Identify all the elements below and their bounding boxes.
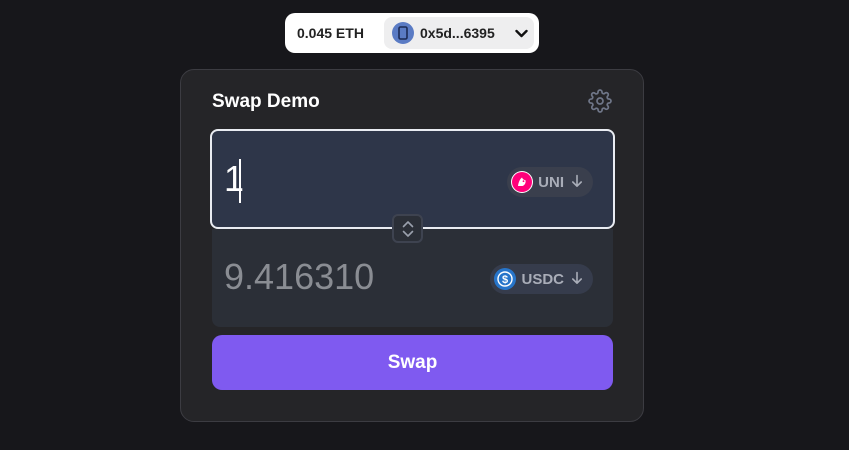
input-amount-field[interactable] (224, 158, 474, 200)
account-avatar-icon (398, 26, 408, 40)
wallet-bar: 0.045 ETH 0x5d...6395 (285, 13, 539, 53)
wallet-balance: 0.045 ETH (297, 25, 364, 41)
svg-text:$: $ (502, 274, 508, 286)
input-token-selector[interactable]: UNI (507, 167, 593, 197)
chevron-down-icon (515, 26, 528, 41)
switch-tokens-button[interactable] (392, 214, 423, 243)
input-token-symbol: UNI (538, 173, 564, 191)
card-title: Swap Demo (212, 91, 320, 112)
avatar (392, 22, 414, 44)
output-amount-value: 9.416310 (224, 256, 375, 297)
uni-logo-icon (511, 171, 534, 193)
output-amount-panel: 9.416310 $ USDC (212, 229, 613, 327)
swap-direction-icon (402, 220, 413, 237)
usdc-logo-icon: $ (494, 268, 517, 290)
arrow-down-icon (571, 174, 583, 191)
swap-card: Swap Demo UNI 9.416310 (180, 69, 644, 422)
wallet-address: 0x5d...6395 (420, 25, 495, 41)
output-token-symbol: USDC (521, 270, 564, 288)
text-caret (239, 159, 241, 203)
arrow-down-icon (571, 271, 583, 288)
gear-icon[interactable] (588, 89, 612, 113)
swap-button[interactable]: Swap (212, 335, 613, 390)
account-button[interactable]: 0x5d...6395 (384, 17, 534, 49)
output-token-selector[interactable]: $ USDC (490, 264, 593, 294)
